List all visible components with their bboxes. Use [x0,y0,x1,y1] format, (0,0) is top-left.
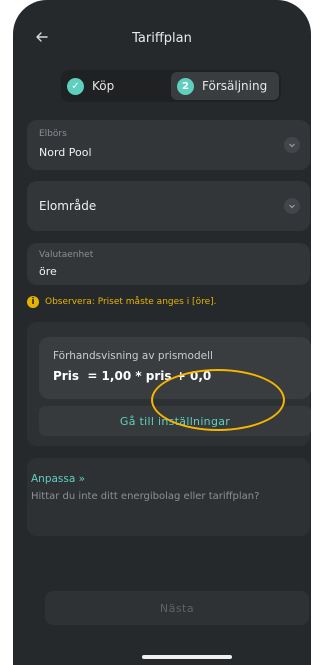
step-number: 2 [177,77,194,95]
field-value: Nord Pool [39,146,92,159]
note-text: Observera: Priset måste anges i [öre]. [45,297,217,307]
customize-card: Anpassa » Hittar du inte ditt energibola… [27,458,310,536]
elomrade-select[interactable]: Elområde [27,181,310,231]
field-label: Valutaenhet [39,250,94,260]
next-button[interactable]: Nästa [45,591,309,625]
field-value: öre [39,265,57,278]
elbors-select[interactable]: Elbörs Nord Pool [27,120,310,170]
check-icon: ✓ [67,77,84,95]
step-label: Köp [92,79,115,93]
field-placeholder: Elområde [39,199,97,213]
phone-screen: Tariffplan ✓ Köp 2 Försäljning Elbörs No… [13,0,311,665]
home-indicator [142,655,232,659]
highlight-ellipse [151,369,285,431]
step-label: Försäljning [202,79,268,93]
info-icon: i [27,296,39,308]
price-note: i Observera: Priset måste anges i [öre]. [27,296,217,308]
field-label: Elbörs [39,129,67,139]
page-title: Tariffplan [132,31,192,46]
chevron-down-icon [284,137,300,153]
preview-heading: Förhandsvisning av prismodell [53,350,213,362]
customize-link[interactable]: Anpassa » [31,473,85,485]
customize-text: Hittar du inte ditt energibolag eller ta… [31,491,260,502]
step-kop[interactable]: ✓ Köp [67,72,167,100]
valuta-field[interactable]: Valutaenhet öre [27,243,310,285]
chevron-down-icon [284,198,300,214]
step-forsaljning[interactable]: 2 Försäljning [171,72,279,100]
